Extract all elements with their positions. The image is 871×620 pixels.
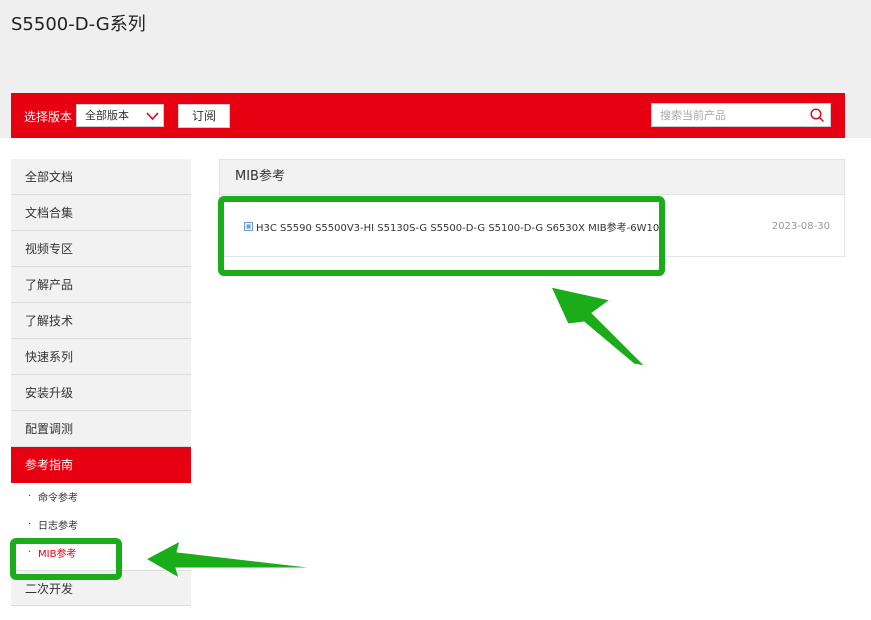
sidebar-subitem-log-reference[interactable]: · 日志参考 <box>11 513 191 541</box>
search-icon[interactable] <box>809 107 825 123</box>
sidebar-item-collections[interactable]: 文档合集 <box>11 195 191 231</box>
version-select[interactable]: 全部版本 <box>76 104 164 127</box>
sidebar-item-all-docs[interactable]: 全部文档 <box>11 159 191 195</box>
sidebar-subitem-command-reference[interactable]: · 命令参考 <box>11 485 191 513</box>
sidebar-item-quick-series[interactable]: 快速系列 <box>11 339 191 375</box>
sidebar-item-install-upgrade[interactable]: 安装升级 <box>11 375 191 411</box>
sidebar-item-reference-guide[interactable]: 参考指南 <box>11 447 191 483</box>
section-title: MIB参考 <box>219 159 845 195</box>
subitem-label: 命令参考 <box>38 493 78 504</box>
sidebar-item-technology[interactable]: 了解技术 <box>11 303 191 339</box>
sidebar-item-configuration[interactable]: 配置调测 <box>11 411 191 447</box>
subitem-label: 日志参考 <box>38 521 78 532</box>
search-input[interactable] <box>652 104 810 126</box>
page-title: S5500-D-G系列 <box>11 14 146 35</box>
chevron-down-icon <box>146 112 159 121</box>
version-selected-value: 全部版本 <box>85 109 129 122</box>
highlight-box-mib-subitem <box>10 538 122 580</box>
highlight-box-document <box>218 196 665 276</box>
search-box <box>651 103 831 127</box>
bullet-icon: · <box>28 491 32 502</box>
version-label: 选择版本 <box>24 110 73 124</box>
sidebar-item-videos[interactable]: 视频专区 <box>11 231 191 267</box>
sidebar-item-product-info[interactable]: 了解产品 <box>11 267 191 303</box>
document-date: 2023-08-30 <box>771 221 830 232</box>
bullet-icon: · <box>28 519 32 530</box>
subscribe-button[interactable]: 订阅 <box>178 104 230 128</box>
version-toolbar: 选择版本 全部版本 订阅 <box>11 93 845 138</box>
